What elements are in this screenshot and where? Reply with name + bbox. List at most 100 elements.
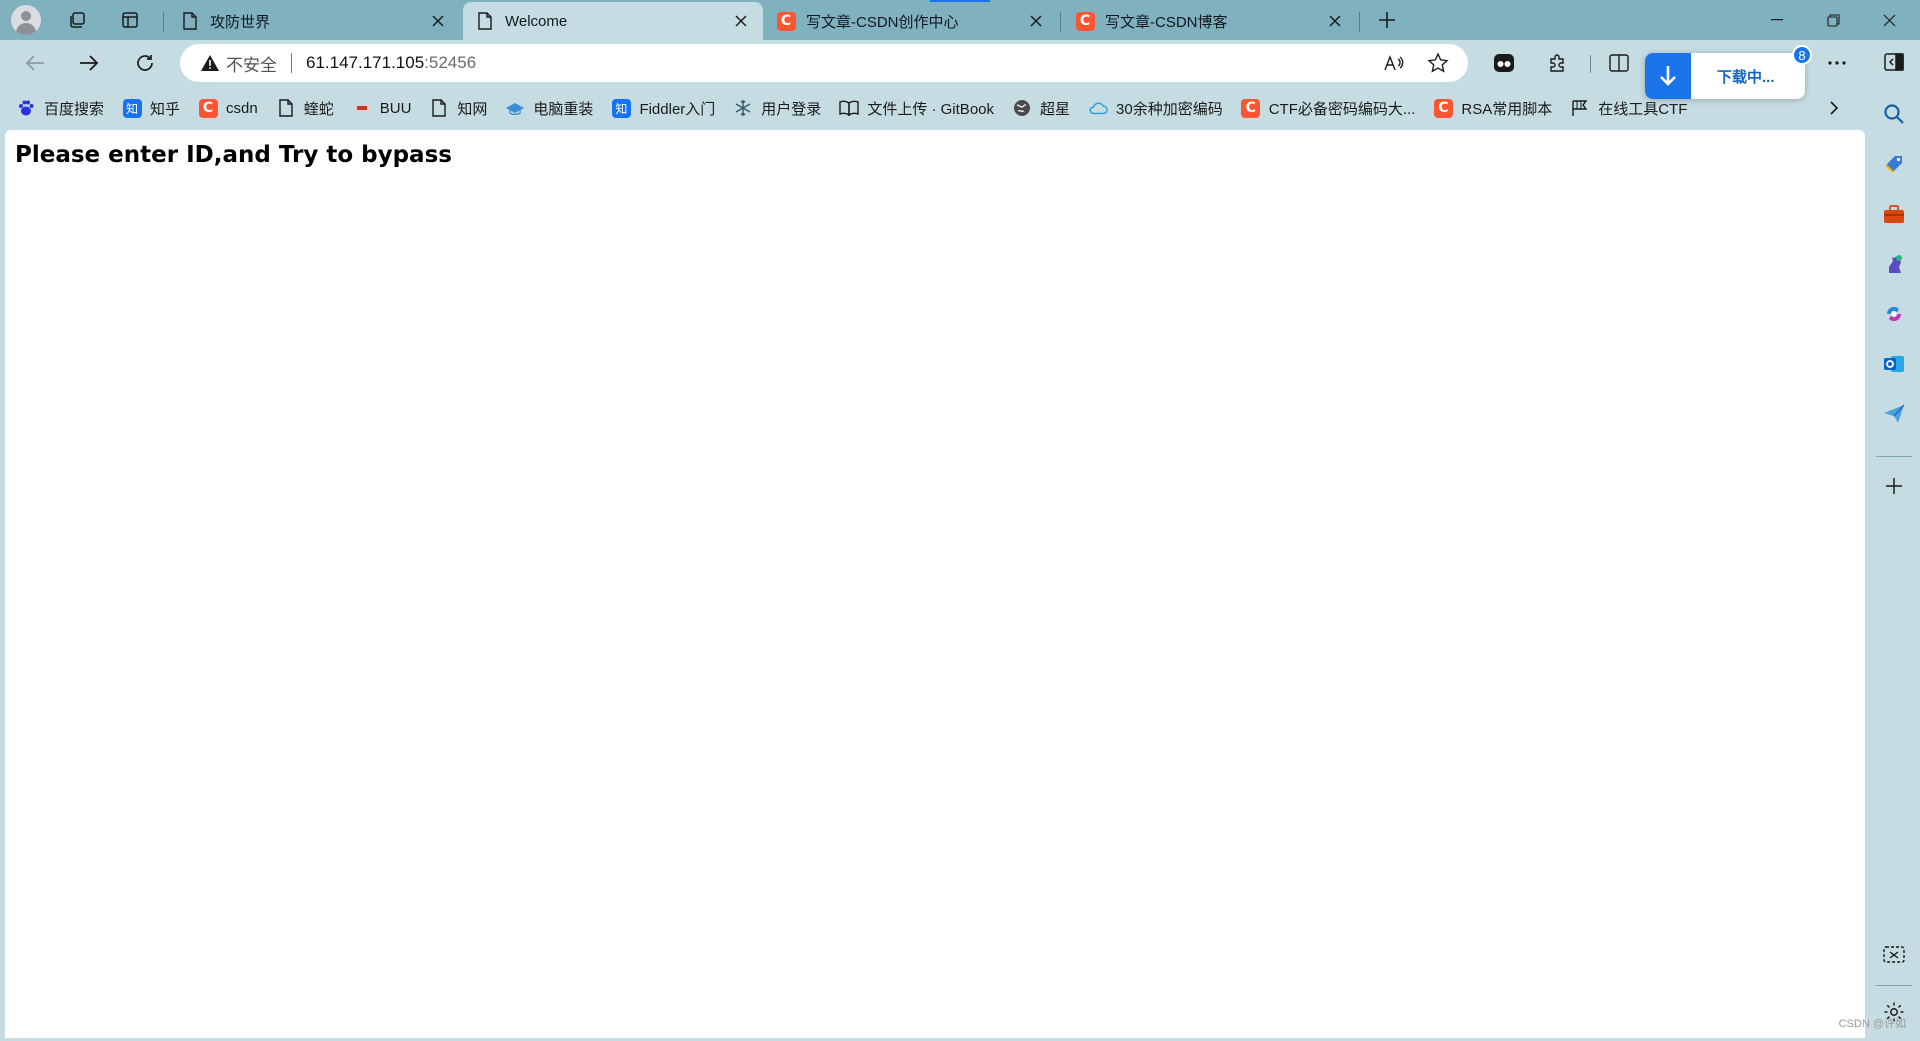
favorite-label: 在线工具CTF — [1598, 100, 1688, 118]
watermark: CSDN @许如 — [1838, 1018, 1906, 1030]
favorite-label: 百度搜索 — [44, 100, 105, 118]
close-icon[interactable] — [1325, 11, 1345, 31]
favorite-rsa[interactable]: C RSA常用脚本 — [1433, 98, 1552, 119]
sidebar-toggle-icon[interactable] — [1878, 46, 1910, 78]
buu-icon — [352, 98, 372, 118]
favorite-kuishe[interactable]: 蝰蛇 — [276, 98, 334, 119]
favorite-buu[interactable]: BUU — [352, 98, 412, 118]
toolbar: 不安全 61.147.171.105 :52456 — [0, 40, 1868, 86]
favorite-reinstall[interactable]: 电脑重装 — [505, 98, 593, 119]
page-content: Please enter ID,and Try to bypass — [5, 130, 1865, 1038]
new-tab-button[interactable] — [1370, 4, 1404, 36]
url-port[interactable]: :52456 — [424, 53, 476, 73]
address-bar[interactable]: 不安全 61.147.171.105 :52456 — [180, 44, 1468, 82]
favorite-label: 知网 — [457, 100, 488, 118]
favorite-ctf-tools[interactable]: 在线工具CTF — [1570, 98, 1687, 119]
tab-title: 攻防世界 — [210, 13, 271, 31]
favorite-ctf-crypto[interactable]: C CTF必备密码编码大... — [1241, 98, 1416, 119]
favorite-encoding[interactable]: 30余种加密编码 — [1088, 98, 1223, 119]
warning-icon[interactable] — [200, 53, 220, 73]
outlook-icon[interactable] — [1878, 348, 1910, 380]
favorite-label: 知乎 — [150, 100, 181, 118]
favorite-label: Fiddler入门 — [639, 100, 716, 118]
close-window-button[interactable] — [1862, 0, 1916, 40]
read-aloud-icon[interactable] — [1378, 47, 1410, 79]
extensions-puzzle-icon[interactable] — [1541, 47, 1575, 79]
security-label[interactable]: 不安全 — [226, 51, 277, 76]
zhihu-icon: 知 — [611, 98, 631, 118]
tab-title: 写文章-CSDN创作中心 — [806, 13, 959, 31]
send-paper-plane-icon[interactable] — [1878, 398, 1910, 430]
favorite-csdn[interactable]: C csdn — [198, 98, 258, 118]
favorite-cnki[interactable]: 知网 — [429, 98, 487, 119]
add-sidebar-app-icon[interactable] — [1878, 470, 1910, 502]
favorite-login[interactable]: 用户登录 — [733, 98, 821, 119]
workspaces-icon[interactable] — [60, 4, 94, 36]
minimize-button[interactable] — [1750, 0, 1804, 40]
favorite-gitbook[interactable]: 文件上传 · GitBook — [839, 98, 994, 119]
favorite-baidu[interactable]: 百度搜索 — [16, 98, 104, 119]
screenshot-icon[interactable] — [1878, 940, 1910, 972]
favorite-fiddler[interactable]: 知 Fiddler入门 — [611, 98, 715, 119]
download-status: 下载中... — [1717, 68, 1775, 86]
games-chess-icon[interactable] — [1878, 248, 1910, 280]
favorite-label: 用户登录 — [761, 100, 822, 118]
tools-toolbox-icon[interactable] — [1878, 198, 1910, 230]
favorite-label: 文件上传 · GitBook — [867, 100, 994, 118]
restore-button[interactable] — [1806, 0, 1860, 40]
page-icon — [429, 98, 449, 118]
copilot-icon[interactable] — [1878, 298, 1910, 330]
tab-title: 写文章-CSDN博客 — [1105, 13, 1228, 31]
favorites-bar: 百度搜索 知 知乎 C csdn 蝰蛇 BUU 知网 电脑重装 知 Fiddle… — [0, 90, 1868, 126]
csdn-icon: C — [776, 11, 796, 31]
page-icon — [276, 98, 296, 118]
baidu-icon — [16, 98, 36, 118]
close-icon[interactable] — [428, 11, 448, 31]
csdn-icon: C — [198, 98, 218, 118]
favorite-label: 蝰蛇 — [303, 100, 334, 118]
split-screen-icon[interactable] — [1602, 47, 1636, 79]
shopping-tag-icon[interactable] — [1878, 148, 1910, 180]
tab-welcome[interactable]: Welcome — [463, 2, 763, 40]
download-count-badge: 8 — [1792, 45, 1812, 65]
favorite-label: CTF必备密码编码大... — [1268, 100, 1416, 118]
close-icon[interactable] — [1026, 11, 1046, 31]
extension-face-icon[interactable] — [1487, 47, 1521, 79]
csdn-icon: C — [1433, 98, 1453, 118]
tab-csdn-blog[interactable]: C 写文章-CSDN博客 — [1063, 2, 1357, 40]
hat-icon — [505, 98, 525, 118]
tab-title: Welcome — [505, 12, 568, 30]
page-icon — [180, 11, 200, 31]
address-divider — [291, 53, 292, 73]
csdn-icon: C — [1075, 11, 1095, 31]
zhihu-icon: 知 — [122, 98, 142, 118]
page-heading: Please enter ID,and Try to bypass — [15, 142, 452, 168]
vertical-tabs-icon[interactable] — [113, 4, 147, 36]
favorite-label: 电脑重装 — [533, 100, 594, 118]
close-icon[interactable] — [731, 11, 751, 31]
forward-button[interactable] — [72, 47, 106, 79]
book-icon — [839, 98, 860, 118]
favorite-label: BUU — [379, 99, 412, 117]
tab-gongfang[interactable]: 攻防世界 — [168, 2, 460, 40]
csdn-icon: C — [1241, 98, 1261, 118]
favorite-star-icon[interactable] — [1422, 47, 1454, 79]
favorite-chaoxing[interactable]: 超星 — [1012, 98, 1070, 119]
chevron-right-icon[interactable] — [1820, 96, 1848, 120]
globe-icon — [1012, 98, 1032, 118]
tab-loading-bar — [930, 0, 990, 2]
flag-icon — [1570, 98, 1590, 118]
profile-avatar[interactable] — [11, 5, 41, 35]
back-button[interactable] — [18, 47, 52, 79]
favorite-label: 超星 — [1040, 100, 1071, 118]
refresh-button[interactable] — [128, 47, 162, 79]
favorite-label: 30余种加密编码 — [1116, 100, 1223, 118]
search-icon[interactable] — [1878, 98, 1910, 130]
favorite-zhihu[interactable]: 知 知乎 — [122, 98, 180, 119]
more-menu-icon[interactable] — [1820, 47, 1854, 79]
tab-csdn-creator[interactable]: C 写文章-CSDN创作中心 — [764, 2, 1058, 40]
url-host[interactable]: 61.147.171.105 — [306, 53, 424, 73]
favorite-label: RSA常用脚本 — [1461, 100, 1553, 118]
favorite-label: csdn — [226, 99, 258, 117]
cloud-icon — [1088, 98, 1108, 118]
